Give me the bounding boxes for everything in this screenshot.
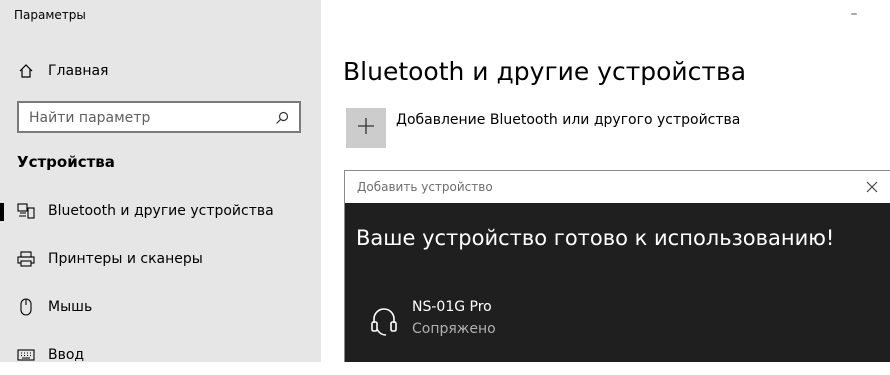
mouse-icon — [17, 298, 35, 316]
sidebar-item-typing[interactable]: Ввод — [0, 335, 321, 375]
bluetooth-devices-icon — [17, 202, 35, 220]
add-device-button[interactable] — [346, 108, 386, 148]
dialog-title: Добавить устройство — [357, 180, 493, 194]
device-status: Сопряжено — [412, 321, 496, 337]
dialog-heading: Ваше устройство готово к использованию! — [356, 226, 835, 250]
sidebar-item-label: Мышь — [48, 299, 93, 315]
search-placeholder: Найти параметр — [29, 110, 151, 126]
app-title: Параметры — [14, 8, 86, 22]
page-title: Bluetooth и другие устройства — [343, 57, 747, 86]
search-icon — [274, 110, 290, 126]
close-icon — [866, 178, 878, 197]
section-title: Устройства — [17, 153, 115, 171]
add-device-dialog: Добавить устройство Ваше устройство гото… — [344, 170, 890, 362]
dialog-titlebar: Добавить устройство — [345, 171, 890, 203]
sidebar-item-label: Принтеры и сканеры — [48, 251, 203, 267]
sidebar-item-mouse[interactable]: Мышь — [0, 287, 321, 327]
device-item[interactable]: NS-01G Pro Сопряжено — [370, 299, 670, 345]
printer-icon — [17, 250, 35, 268]
sidebar-item-bluetooth[interactable]: Bluetooth и другие устройства — [0, 191, 321, 231]
sidebar-item-label: Ввод — [48, 347, 85, 363]
sidebar: Параметры Главная Найти параметр Устройс… — [0, 0, 321, 363]
search-input[interactable]: Найти параметр — [17, 101, 301, 133]
minimize-icon: – — [850, 6, 858, 22]
device-name: NS-01G Pro — [412, 299, 492, 315]
headset-icon — [370, 305, 398, 337]
sidebar-item-printers[interactable]: Принтеры и сканеры — [0, 239, 321, 279]
home-icon — [17, 62, 35, 80]
minimize-button[interactable]: – — [840, 0, 868, 28]
keyboard-icon — [17, 346, 35, 364]
sidebar-item-label: Bluetooth и другие устройства — [48, 203, 274, 219]
plus-icon — [357, 117, 375, 139]
sidebar-item-label: Главная — [48, 63, 109, 79]
sidebar-item-home[interactable]: Главная — [0, 51, 321, 91]
close-button[interactable] — [862, 177, 882, 197]
add-device-label[interactable]: Добавление Bluetooth или другого устройс… — [396, 112, 740, 128]
